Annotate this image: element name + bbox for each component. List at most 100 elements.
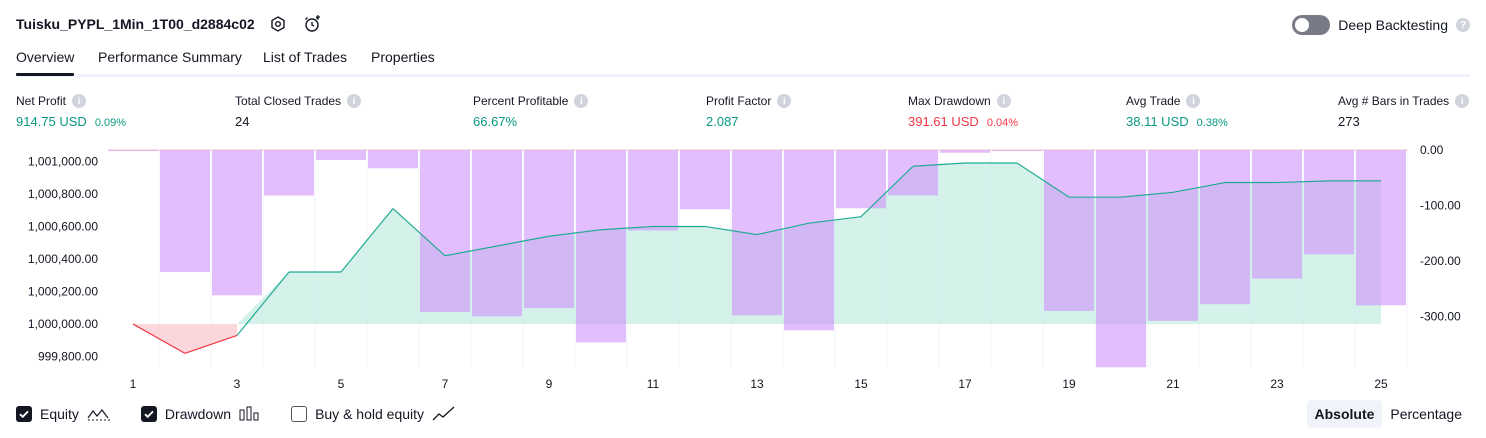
- left-axis-tick-label: 1,001,000.00: [28, 154, 98, 168]
- x-axis-tick-label: 23: [1270, 377, 1284, 391]
- deep-backtesting-control: Deep Backtesting ?: [1292, 12, 1470, 38]
- info-icon[interactable]: i: [72, 94, 87, 108]
- left-axis-tick-label: 1,000,800.00: [28, 187, 98, 201]
- drawdown-bar: [1148, 150, 1198, 321]
- strategy-title: Tuisku_PYPL_1Min_1T00_d2884c02: [16, 16, 255, 32]
- legend-buy-hold-equity[interactable]: Buy & hold equity: [291, 406, 456, 422]
- metric-percent: 0.09%: [94, 117, 127, 129]
- right-axis-tick-label: -200.00: [1420, 254, 1461, 268]
- help-icon[interactable]: ?: [1456, 18, 1470, 32]
- tab-properties[interactable]: Properties: [371, 49, 435, 65]
- drawdown-bar: [784, 150, 834, 331]
- tab-list-of-trades[interactable]: List of Trades: [263, 49, 347, 65]
- x-axis-tick-label: 15: [854, 377, 868, 391]
- equity-area-icon: [87, 409, 110, 421]
- equity-drawdown-chart[interactable]: 1,001,000.00 1,000,800.00 1,000,600.00 1,00…: [0, 138, 1486, 398]
- info-icon[interactable]: i: [574, 94, 589, 108]
- metric-label: Avg # Bars in Trades: [1338, 94, 1450, 108]
- x-axis-tick-label: 3: [234, 377, 241, 391]
- metric-value: 2.087: [706, 114, 739, 129]
- info-icon[interactable]: i: [1186, 94, 1201, 108]
- metric-net-profit: Net Profit i 914.75 USD 0.09%: [16, 93, 126, 130]
- drawdown-bar: [108, 150, 158, 151]
- drawdown-bar: [368, 150, 418, 169]
- info-icon[interactable]: i: [777, 94, 792, 108]
- metric-avg-bars-in-trades: Avg # Bars in Trades i 273: [1338, 93, 1470, 130]
- drawdown-bar: [1252, 150, 1302, 279]
- metric-value: 38.11 USD: [1126, 114, 1189, 129]
- right-axis-tick-label: 0.00: [1420, 143, 1444, 157]
- left-axis-tick-label: 1,000,600.00: [28, 219, 98, 233]
- metric-label: Max Drawdown: [908, 94, 991, 108]
- metric-total-closed-trades: Total Closed Trades i 24: [235, 93, 362, 130]
- drawdown-bar: [940, 150, 990, 153]
- metric-value: 273: [1338, 114, 1360, 129]
- metric-label: Percent Profitable: [473, 94, 569, 108]
- alarm-clock-icon[interactable]: [302, 14, 322, 34]
- settings-icon[interactable]: [268, 14, 288, 34]
- value-mode-toggle: Absolute Percentage: [1306, 400, 1471, 428]
- legend-equity[interactable]: Equity: [16, 406, 111, 422]
- right-axis-tick-label: -300.00: [1420, 309, 1461, 323]
- drawdown-checkbox[interactable]: [140, 406, 157, 422]
- drawdown-bar: [472, 150, 522, 317]
- info-icon[interactable]: i: [347, 94, 362, 108]
- left-axis-tick-label: 999,800.00: [38, 350, 98, 364]
- drawdown-bar: [1096, 150, 1146, 368]
- drawdown-bar: [576, 150, 626, 343]
- x-axis-tick-label: 1: [130, 377, 137, 391]
- buy-hold-checkbox[interactable]: [291, 406, 308, 422]
- drawdown-bar: [420, 150, 470, 312]
- chart-legend: Equity Drawdown Buy & hold equity: [16, 404, 486, 424]
- drawdown-bar: [212, 150, 262, 296]
- report-header: Tuisku_PYPL_1Min_1T00_d2884c02 Deep Back…: [16, 12, 1470, 38]
- left-axis-tick-label: 1,000,200.00: [28, 285, 98, 299]
- info-icon[interactable]: i: [1455, 94, 1470, 108]
- x-axis-tick-label: 13: [750, 377, 764, 391]
- drawdown-bars-icon: [239, 406, 259, 421]
- drawdown-bar: [160, 150, 210, 273]
- tab-overview[interactable]: Overview: [16, 49, 75, 76]
- drawdown-bar: [888, 150, 938, 196]
- metric-percent: 0.38%: [1196, 117, 1228, 129]
- absolute-button[interactable]: Absolute: [1306, 400, 1383, 428]
- drawdown-bar: [524, 150, 574, 309]
- x-axis-tick-label: 21: [1166, 377, 1180, 391]
- left-axis-tick-label: 1,000,400.00: [28, 252, 98, 266]
- x-axis-tick-label: 19: [1062, 377, 1076, 391]
- deep-backtesting-toggle[interactable]: [1292, 15, 1331, 35]
- left-axis-tick-label: 1,000,000.00: [28, 317, 98, 331]
- metric-max-drawdown: Max Drawdown i 391.61 USD 0.04%: [908, 93, 1018, 130]
- metric-percent: 0.04%: [986, 117, 1019, 129]
- drawdown-bar: [264, 150, 314, 196]
- metric-percent-profitable: Percent Profitable i 66.67%: [473, 93, 589, 130]
- info-icon[interactable]: i: [996, 94, 1011, 108]
- drawdown-bar: [732, 150, 782, 316]
- equity-label: Equity: [40, 406, 79, 422]
- metric-avg-trade: Avg Trade i 38.11 USD 0.38%: [1126, 93, 1228, 130]
- x-axis-tick-label: 7: [442, 377, 449, 391]
- report-tabs: Overview Performance Summary List of Tra…: [16, 46, 1470, 77]
- deep-backtesting-label: Deep Backtesting: [1338, 17, 1448, 33]
- drawdown-bar: [1044, 150, 1094, 311]
- drawdown-bar: [680, 150, 730, 210]
- drawdown-bar: [628, 150, 678, 231]
- x-axis-tick-label: 9: [546, 377, 553, 391]
- tab-performance-summary[interactable]: Performance Summary: [98, 49, 242, 65]
- drawdown-bar: [316, 150, 366, 160]
- legend-drawdown[interactable]: Drawdown: [140, 406, 261, 422]
- x-axis-tick-label: 11: [647, 377, 660, 391]
- metric-value: 914.75 USD: [16, 114, 87, 129]
- metric-value: 391.61 USD: [908, 114, 979, 129]
- equity-loss-area: [133, 324, 237, 354]
- metric-label: Profit Factor: [706, 94, 772, 108]
- drawdown-bar: [1356, 150, 1406, 306]
- equity-checkbox[interactable]: [16, 406, 32, 422]
- toggle-knob: [1295, 18, 1310, 32]
- x-axis-tick-label: 5: [338, 377, 345, 391]
- metric-profit-factor: Profit Factor i 2.087: [706, 93, 792, 130]
- metric-label: Avg Trade: [1126, 94, 1181, 108]
- percentage-button[interactable]: Percentage: [1382, 400, 1470, 428]
- buy-hold-line-icon: [432, 406, 455, 421]
- drawdown-bar: [1304, 150, 1354, 255]
